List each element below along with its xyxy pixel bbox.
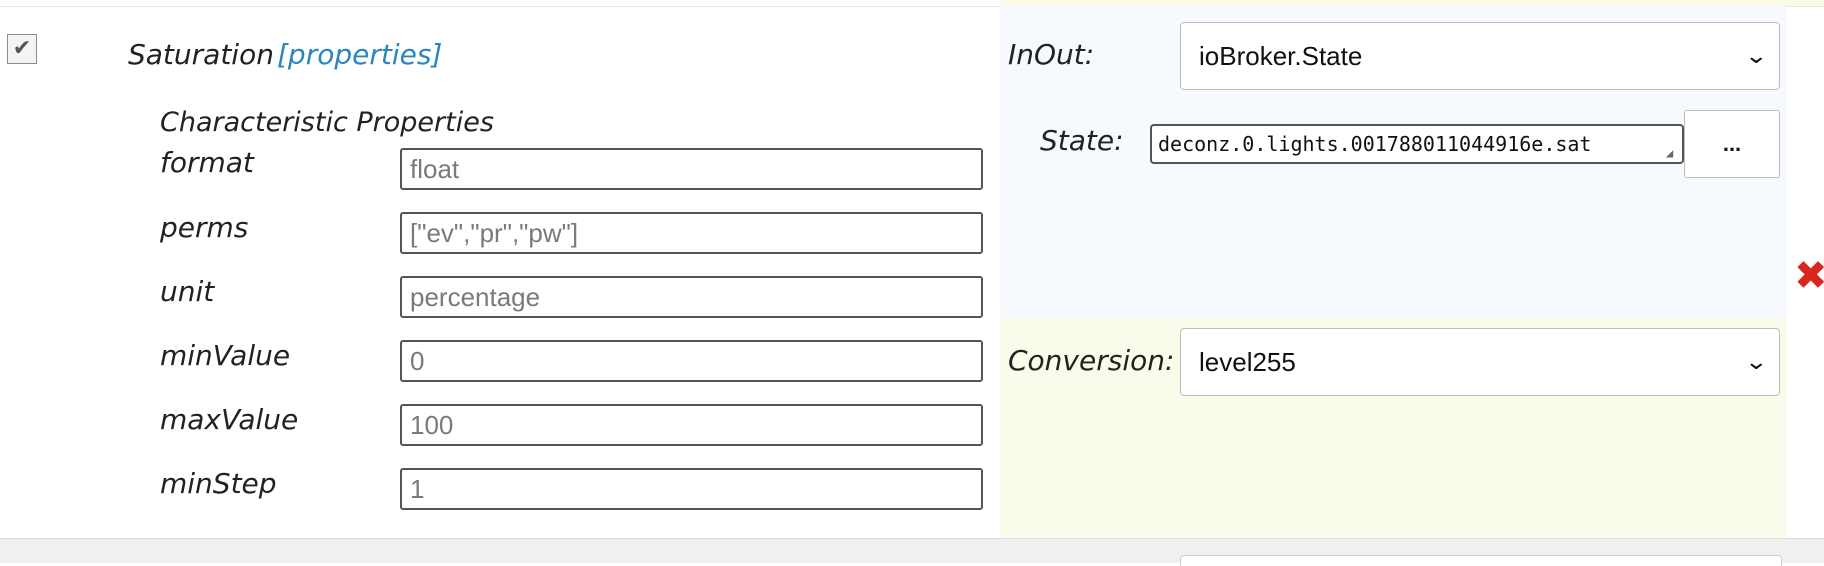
conversion-selected-value: level255 (1199, 346, 1296, 377)
property-label-maxvalue: maxValue (160, 403, 299, 436)
inout-selected-value: ioBroker.State (1199, 40, 1363, 71)
property-label-unit: unit (160, 275, 215, 308)
close-icon[interactable]: ✖ (1794, 256, 1824, 296)
property-input-minvalue[interactable]: 0 (400, 340, 983, 382)
characteristic-title: Saturation (128, 38, 274, 71)
next-select-partial (1180, 555, 1782, 566)
chevron-down-icon: ⌄ (1743, 349, 1768, 374)
property-input-unit[interactable]: percentage (400, 276, 983, 318)
conversion-label: Conversion: (1008, 344, 1175, 377)
property-label-minstep: minStep (160, 467, 277, 500)
characteristic-enabled-checkbox[interactable]: ✔ (7, 34, 37, 64)
property-label-format: format (160, 146, 254, 179)
section-title: Characteristic Properties (160, 107, 494, 138)
state-browse-button[interactable]: ... (1684, 110, 1780, 178)
conversion-select[interactable]: level255 ⌄ (1180, 328, 1780, 396)
state-label: State: (1040, 124, 1124, 157)
state-value: deconz.0.lights.001788011044916e.sat (1158, 132, 1592, 156)
property-input-format[interactable]: float (400, 148, 983, 190)
property-input-minstep[interactable]: 1 (400, 468, 983, 510)
property-input-perms[interactable]: ["ev","pr","pw"] (400, 212, 983, 254)
chevron-down-icon: ⌄ (1743, 43, 1768, 68)
resize-grip-icon[interactable]: ◢ (1666, 146, 1680, 160)
property-label-minvalue: minValue (160, 339, 291, 372)
property-label-perms: perms (160, 211, 249, 244)
inout-select[interactable]: ioBroker.State ⌄ (1180, 22, 1780, 90)
inout-label: InOut: (1008, 38, 1095, 71)
checkmark-icon: ✔ (12, 36, 32, 61)
state-input[interactable]: deconz.0.lights.001788011044916e.sat ◢ (1150, 124, 1684, 164)
properties-link[interactable]: [properties] (277, 38, 442, 71)
property-input-maxvalue[interactable]: 100 (400, 404, 983, 446)
